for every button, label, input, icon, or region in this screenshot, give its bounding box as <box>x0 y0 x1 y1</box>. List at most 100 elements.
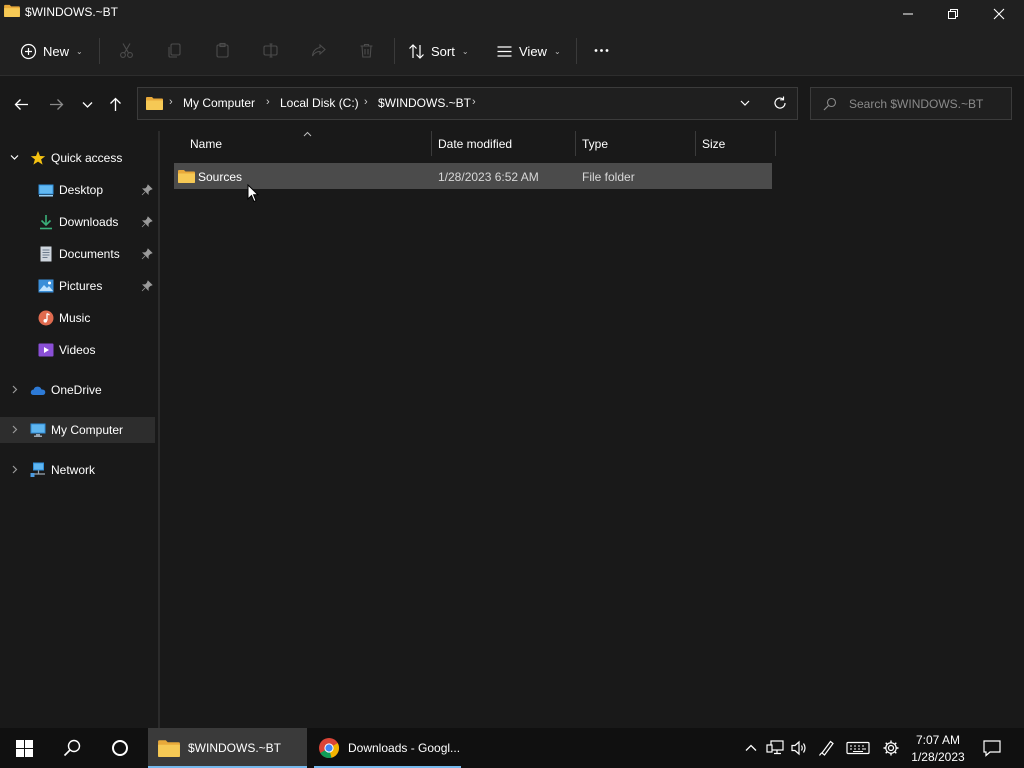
recent-locations-button[interactable] <box>76 93 98 115</box>
taskbar-app-chrome[interactable]: Downloads - Googl... <box>308 728 467 768</box>
gear-icon[interactable] <box>882 739 900 757</box>
rename-icon <box>262 42 278 58</box>
taskbar-app-file-explorer[interactable]: $WINDOWS.~BT <box>148 728 307 768</box>
paste-icon <box>215 42 229 58</box>
taskbar: $WINDOWS.~BT Downloads - Googl... 7:07 A… <box>0 728 1024 768</box>
chevron-right-icon: › <box>364 96 368 108</box>
chevron-right-icon[interactable] <box>9 464 20 475</box>
share-button[interactable] <box>308 40 328 60</box>
sidebar-item-network[interactable]: Network <box>0 457 155 483</box>
minimize-button[interactable] <box>885 0 931 28</box>
divider <box>394 38 395 64</box>
column-header-name[interactable]: Name <box>190 137 222 151</box>
view-button[interactable]: View ⌄ <box>496 38 561 64</box>
volume-icon[interactable] <box>790 739 808 757</box>
sidebar-item-label: Pictures <box>59 279 103 293</box>
sort-ascending-icon <box>303 131 312 137</box>
pen-icon[interactable] <box>818 739 836 757</box>
delete-icon <box>360 43 372 58</box>
breadcrumb-local-disk[interactable]: Local Disk (C:) <box>280 96 359 110</box>
share-icon <box>311 43 326 56</box>
sidebar-item-documents[interactable]: Documents <box>0 241 155 267</box>
keyboard-icon[interactable] <box>846 739 870 757</box>
restore-icon <box>948 9 958 19</box>
close-button[interactable] <box>976 0 1022 28</box>
search-button[interactable] <box>48 728 96 768</box>
pin-icon[interactable] <box>141 184 153 196</box>
paste-button[interactable] <box>212 40 232 60</box>
column-header-type[interactable]: Type <box>582 137 608 151</box>
folder-icon <box>158 740 180 757</box>
document-icon <box>40 246 52 262</box>
delete-button[interactable] <box>356 40 376 60</box>
folder-icon <box>178 170 195 183</box>
column-header-date-modified[interactable]: Date modified <box>438 137 512 151</box>
chevron-right-icon: › <box>472 96 476 108</box>
rename-button[interactable] <box>260 40 280 60</box>
more-icon <box>594 48 608 52</box>
cut-icon <box>119 42 133 58</box>
chevron-down-icon[interactable] <box>738 96 752 110</box>
network-icon <box>30 462 45 477</box>
cell-name: Sources <box>198 170 243 184</box>
sidebar-item-pictures[interactable]: Pictures <box>0 273 155 299</box>
column-divider[interactable] <box>575 131 576 156</box>
chevron-down-icon[interactable] <box>9 152 20 163</box>
column-divider[interactable] <box>775 131 776 156</box>
command-bar: New ⌄ Sort ⌄ View ⌄ <box>0 26 1024 76</box>
sidebar-item-downloads[interactable]: Downloads <box>0 209 155 235</box>
plus-circle-icon <box>20 43 37 59</box>
chevron-right-icon: › <box>169 96 173 108</box>
column-divider[interactable] <box>695 131 696 156</box>
pin-icon[interactable] <box>141 280 153 292</box>
navigation-bar: › My Computer › Local Disk (C:) › $WINDO… <box>0 77 1024 131</box>
chevron-right-icon[interactable] <box>9 384 20 395</box>
column-divider[interactable] <box>431 131 432 156</box>
chevron-down-icon: ⌄ <box>553 46 561 56</box>
column-header-size[interactable]: Size <box>702 137 725 151</box>
table-row[interactable]: Sources 1/28/2023 6:52 AM File folder <box>174 163 772 189</box>
search-box[interactable] <box>810 87 1012 120</box>
notification-icon[interactable] <box>982 739 1002 757</box>
forward-button[interactable] <box>45 93 67 115</box>
more-options-button[interactable] <box>591 40 611 60</box>
network-status-icon[interactable] <box>766 739 784 757</box>
taskbar-app-label: Downloads - Googl... <box>348 741 461 755</box>
pin-icon[interactable] <box>141 248 153 260</box>
restore-button[interactable] <box>930 0 976 28</box>
sidebar-item-my-computer[interactable]: My Computer <box>0 417 155 443</box>
copy-icon <box>167 42 181 58</box>
sidebar-item-label: Music <box>59 311 91 325</box>
sort-button[interactable]: Sort ⌄ <box>408 38 469 64</box>
clock[interactable]: 7:07 AM 1/28/2023 <box>906 732 970 766</box>
clock-time: 7:07 AM <box>915 733 961 747</box>
cut-button[interactable] <box>116 40 136 60</box>
cortana-button[interactable] <box>96 728 144 768</box>
chevron-right-icon[interactable] <box>9 424 20 435</box>
chevron-right-icon: › <box>266 96 270 108</box>
copy-button[interactable] <box>164 40 184 60</box>
cell-date-modified: 1/28/2023 6:52 AM <box>438 170 539 184</box>
star-icon <box>30 151 46 165</box>
sidebar-item-music[interactable]: Music <box>0 305 155 331</box>
view-label: View <box>519 43 547 59</box>
chevron-up-icon[interactable] <box>742 739 760 757</box>
refresh-icon[interactable] <box>772 95 788 111</box>
up-button[interactable] <box>104 93 126 115</box>
search-input[interactable] <box>849 94 1004 114</box>
start-button[interactable] <box>0 728 48 768</box>
windows-logo-icon <box>15 739 33 757</box>
pin-icon[interactable] <box>141 216 153 228</box>
breadcrumb-my-computer[interactable]: My Computer <box>183 96 255 110</box>
back-button[interactable] <box>10 93 32 115</box>
address-bar[interactable]: › My Computer › Local Disk (C:) › $WINDO… <box>137 87 798 120</box>
new-button[interactable]: New ⌄ <box>20 38 83 64</box>
breadcrumb-windows-bt[interactable]: $WINDOWS.~BT <box>378 96 471 110</box>
search-icon <box>63 739 81 757</box>
cell-type: File folder <box>582 170 635 184</box>
sidebar-item-onedrive[interactable]: OneDrive <box>0 377 155 403</box>
sidebar-item-videos[interactable]: Videos <box>0 337 155 363</box>
sidebar-item-desktop[interactable]: Desktop <box>0 177 155 203</box>
cloud-icon <box>30 386 46 395</box>
sidebar-item-quick-access[interactable]: Quick access <box>0 145 155 171</box>
